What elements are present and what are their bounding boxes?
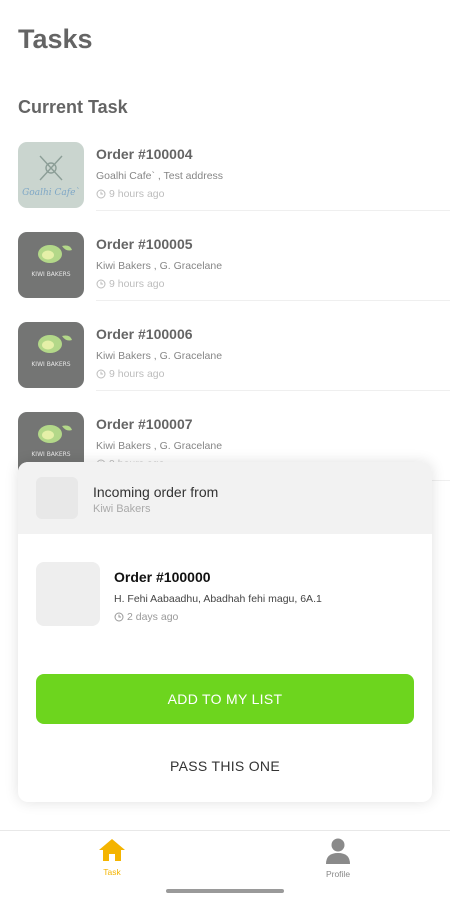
pass-this-one-button[interactable]: PASS THIS ONE	[36, 748, 414, 784]
incoming-order-title: Incoming order from	[93, 484, 219, 500]
bottom-navigation: Task Profile	[0, 830, 450, 901]
order-thumbnail	[36, 562, 100, 626]
person-icon	[326, 838, 350, 864]
incoming-order-time-text: 2 days ago	[127, 611, 179, 623]
incoming-order-dialog: Incoming order from Kiwi Bakers Order #1…	[18, 462, 432, 802]
nav-item-task[interactable]: Task	[67, 837, 157, 877]
incoming-order-address: H. Fehi Aabaadhu, Abadhah fehi magu, 6A.…	[114, 593, 322, 605]
home-icon	[99, 839, 125, 861]
incoming-vendor-name: Kiwi Bakers	[93, 503, 151, 515]
incoming-order-header: Incoming order from Kiwi Bakers	[18, 462, 432, 534]
nav-label-profile: Profile	[325, 869, 351, 879]
incoming-order-info: Order #100000 H. Fehi Aabaadhu, Abadhah …	[114, 569, 422, 623]
add-to-my-list-button[interactable]: ADD TO MY LIST	[36, 674, 414, 724]
clock-icon	[114, 612, 124, 622]
home-indicator	[166, 889, 284, 893]
incoming-order-time: 2 days ago	[114, 611, 422, 623]
nav-label-task: Task	[103, 867, 121, 877]
nav-item-profile[interactable]: Profile	[293, 837, 383, 879]
vendor-logo	[36, 477, 78, 519]
incoming-order-number: Order #100000	[114, 569, 211, 585]
